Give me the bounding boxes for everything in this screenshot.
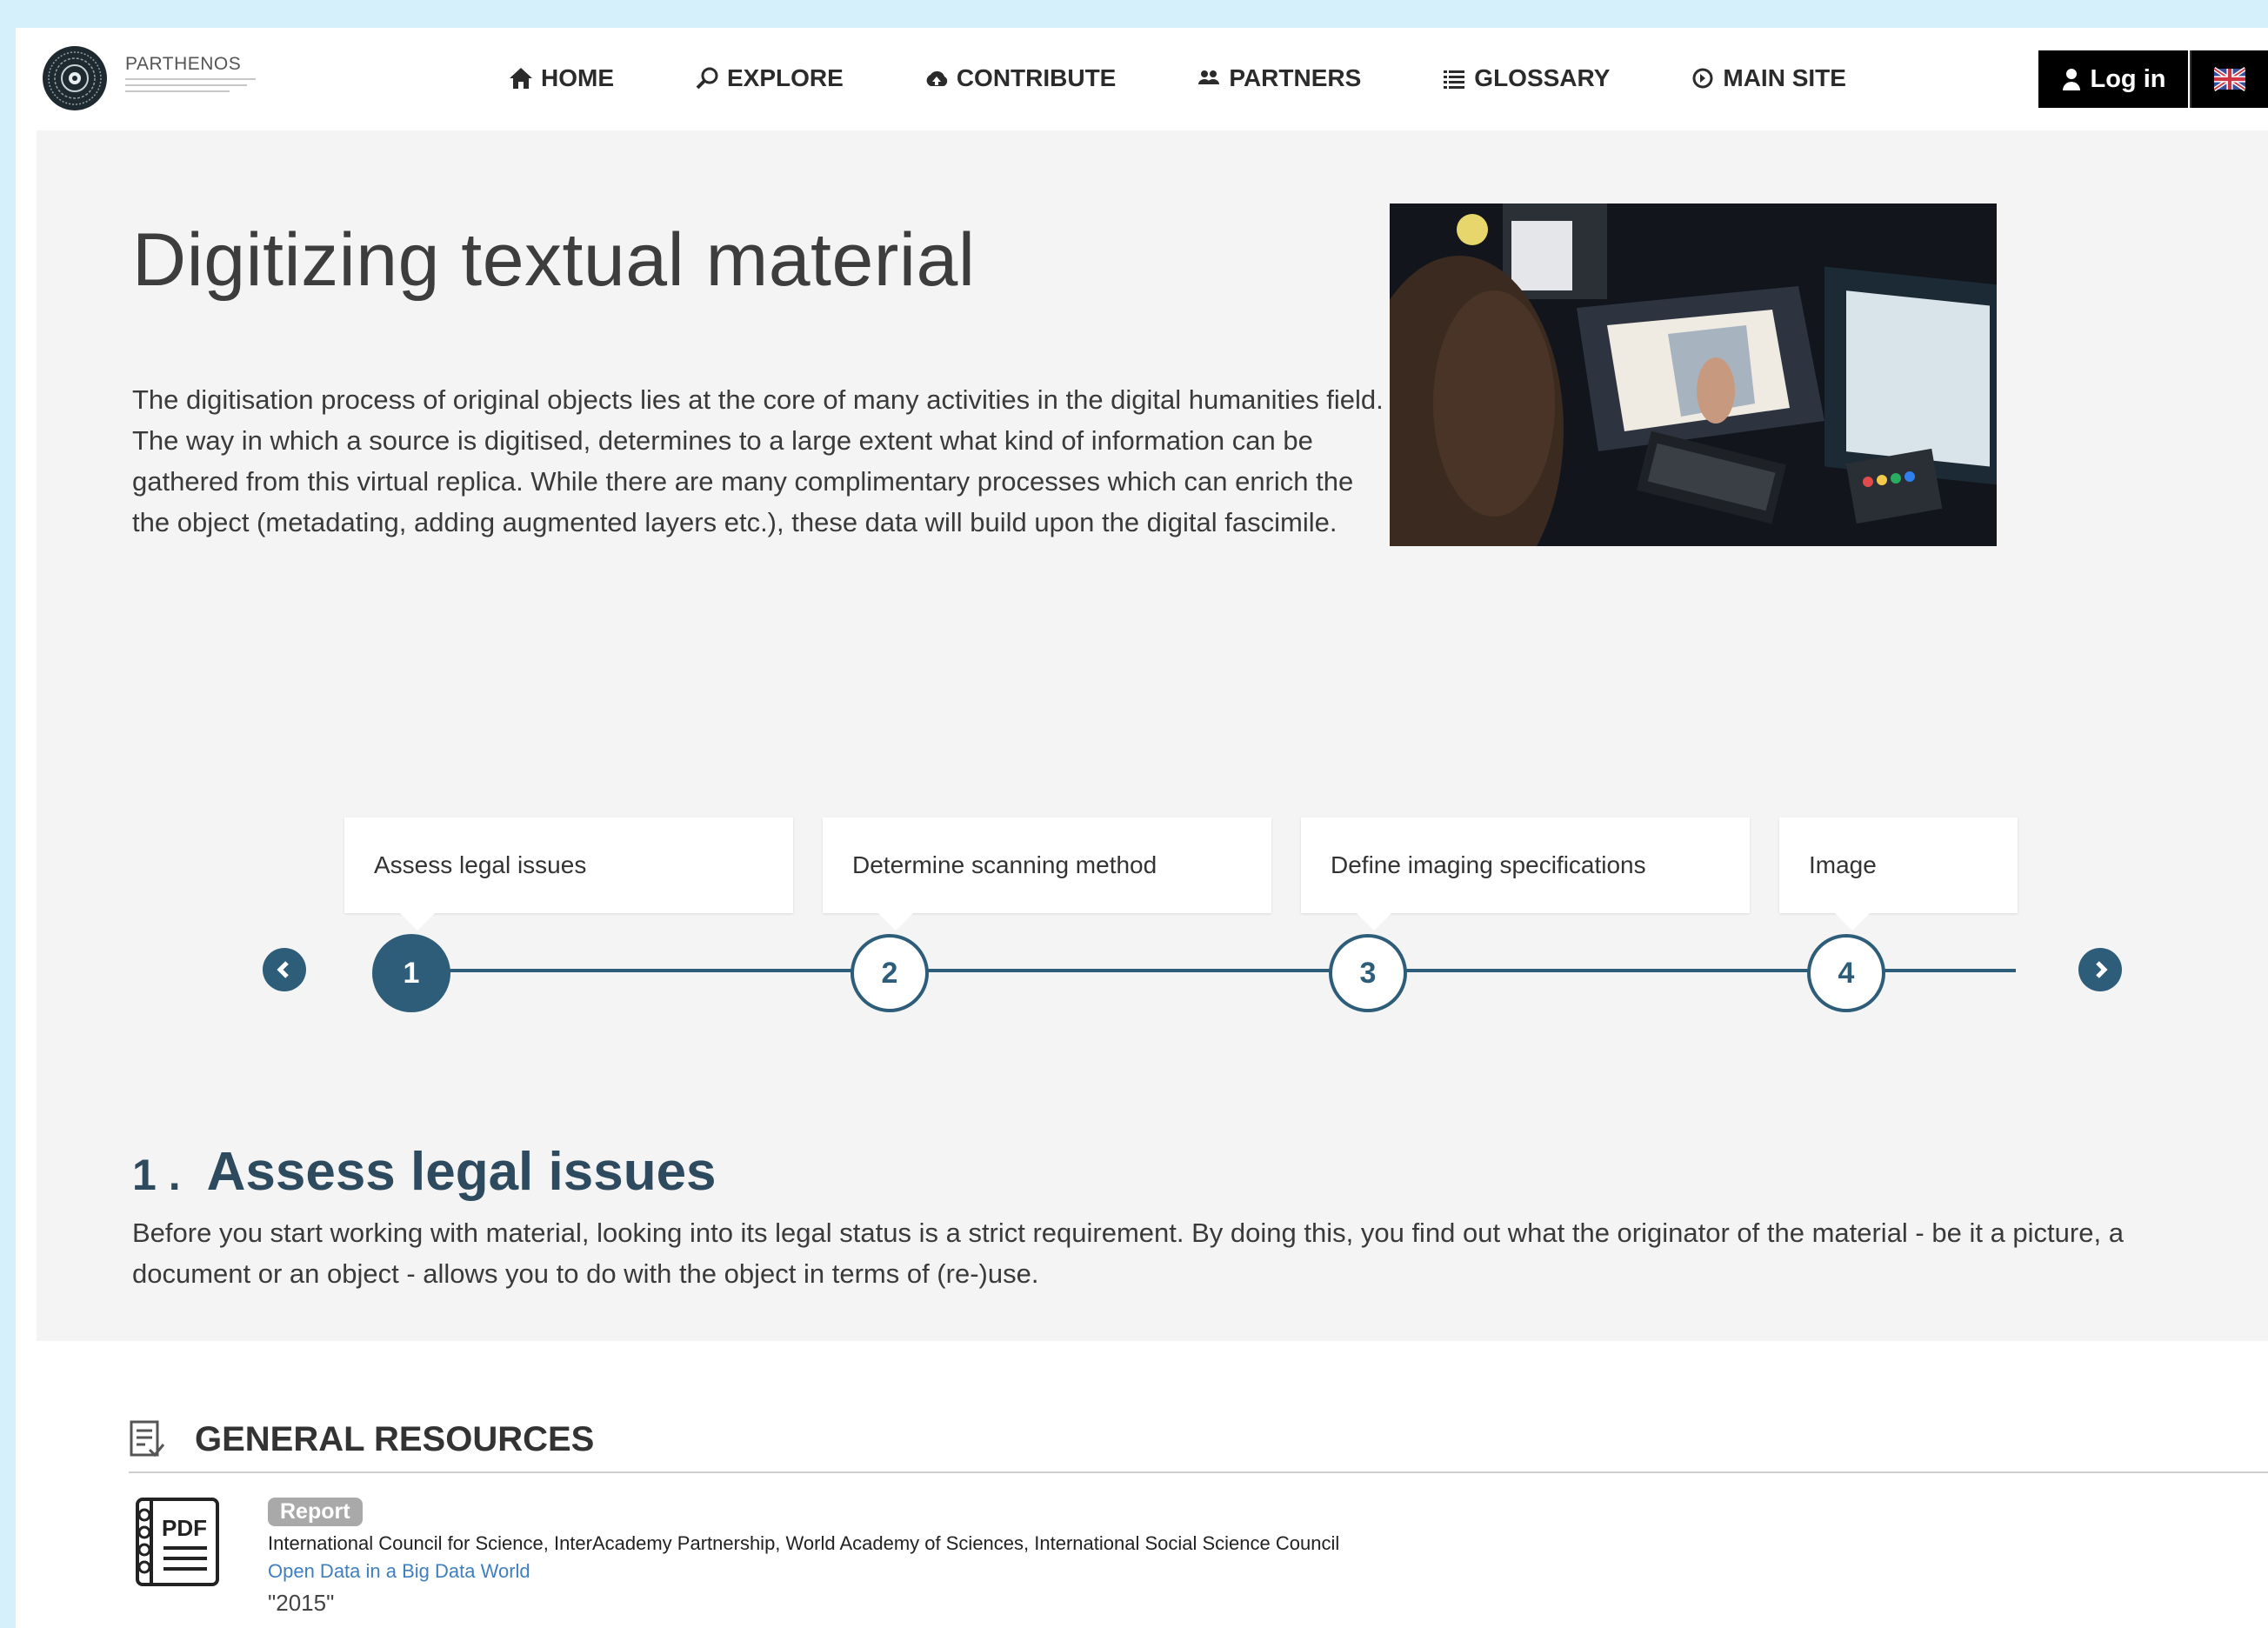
step-4-number: 4: [1838, 956, 1855, 990]
step-detail-title: 1 . Assess legal issues: [132, 1141, 717, 1203]
search-icon: [696, 67, 718, 90]
nav-home-label: HOME: [541, 64, 614, 91]
step-detail-description: Before you start working with material, …: [132, 1218, 2124, 1289]
resources-heading: GENERAL RESOURCES: [129, 1419, 594, 1459]
step-detail-title-text: Assess legal issues: [206, 1142, 717, 1202]
main-nav: HOME EXPLORE CONTRIBUTE PARTNERS GLOSSAR…: [508, 28, 1926, 129]
nav-explore[interactable]: EXPLORE: [694, 64, 844, 92]
login-button[interactable]: Log in: [2038, 50, 2188, 108]
brand-tagline: [125, 78, 256, 103]
cloud-upload-icon: [926, 70, 947, 86]
circle-arrow-icon: [1692, 68, 1713, 89]
nav-main-site-label: MAIN SITE: [1723, 64, 1846, 91]
uk-flag-icon: [2214, 67, 2245, 91]
nav-explore-label: EXPLORE: [727, 64, 844, 91]
nav-partners[interactable]: PARTNERS: [1196, 64, 1361, 92]
brand-name: PARTHENOS: [125, 54, 242, 74]
chevron-left-icon: [277, 961, 289, 978]
nav-main-site[interactable]: MAIN SITE: [1690, 64, 1846, 92]
page: PARTHENOS HOME EXPLORE CONTRIBUTE PARTNE…: [16, 28, 2268, 1628]
nav-glossary-label: GLOSSARY: [1474, 64, 1611, 91]
step-circle-4[interactable]: 4: [1807, 934, 1885, 1012]
step-circle-2[interactable]: 2: [850, 934, 929, 1012]
step-3-label: Define imaging specifications: [1331, 851, 1646, 878]
nav-contribute-label: CONTRIBUTE: [956, 64, 1117, 91]
step-detail-number: 1 .: [132, 1151, 181, 1199]
home-icon: [510, 68, 532, 89]
user-icon: [2062, 69, 2080, 90]
digitization-photo: [1390, 204, 1997, 546]
list-icon: [1444, 70, 1465, 89]
step-box-3[interactable]: Define imaging specifications: [1301, 817, 1750, 931]
step-2-label: Determine scanning method: [852, 851, 1157, 878]
nav-glossary[interactable]: GLOSSARY: [1441, 64, 1610, 92]
step-box-1[interactable]: Assess legal issues: [344, 817, 793, 931]
pdf-icon-label: PDF: [162, 1515, 207, 1541]
nav-partners-label: PARTNERS: [1229, 64, 1362, 91]
login-label: Log in: [2090, 64, 2166, 93]
nav-contribute[interactable]: CONTRIBUTE: [924, 64, 1117, 92]
timeline-prev-button[interactable]: [263, 948, 306, 991]
page-title: Digitizing textual material: [132, 218, 976, 302]
resource-year: "2015": [268, 1590, 335, 1616]
step-box-2[interactable]: Determine scanning method: [823, 817, 1271, 931]
timeline-next-button[interactable]: [2078, 948, 2122, 991]
step-3-number: 3: [1359, 956, 1377, 990]
timeline-line: [410, 969, 2016, 972]
resource-authors: International Council for Science, Inter…: [268, 1532, 1340, 1554]
resource-type-badge: Report: [268, 1498, 363, 1526]
step-box-4[interactable]: Image: [1779, 817, 2018, 931]
step-1-number: 1: [403, 956, 420, 990]
resources-heading-text: GENERAL RESOURCES: [195, 1419, 595, 1458]
parthenos-logo[interactable]: [42, 45, 108, 111]
resource-title-link[interactable]: Open Data in a Big Data World: [268, 1560, 530, 1583]
hero-section: Digitizing textual material The digitisa…: [37, 130, 2268, 1341]
step-circle-1[interactable]: 1: [372, 934, 450, 1012]
resources-divider: [129, 1471, 2268, 1473]
step-4-label: Image: [1809, 851, 1877, 878]
pdf-icon[interactable]: PDF: [129, 1496, 221, 1588]
nav-home[interactable]: HOME: [508, 64, 614, 92]
chevron-right-icon: [2096, 961, 2108, 978]
step-1-label: Assess legal issues: [374, 851, 587, 878]
step-2-number: 2: [881, 956, 898, 990]
step-circle-3[interactable]: 3: [1329, 934, 1407, 1012]
document-check-icon: [130, 1420, 165, 1458]
language-switcher[interactable]: [2190, 50, 2268, 108]
intro-paragraph: The digitisation process of original obj…: [132, 384, 1384, 537]
header: PARTHENOS HOME EXPLORE CONTRIBUTE PARTNE…: [16, 28, 2268, 129]
users-icon: [1198, 70, 1220, 84]
